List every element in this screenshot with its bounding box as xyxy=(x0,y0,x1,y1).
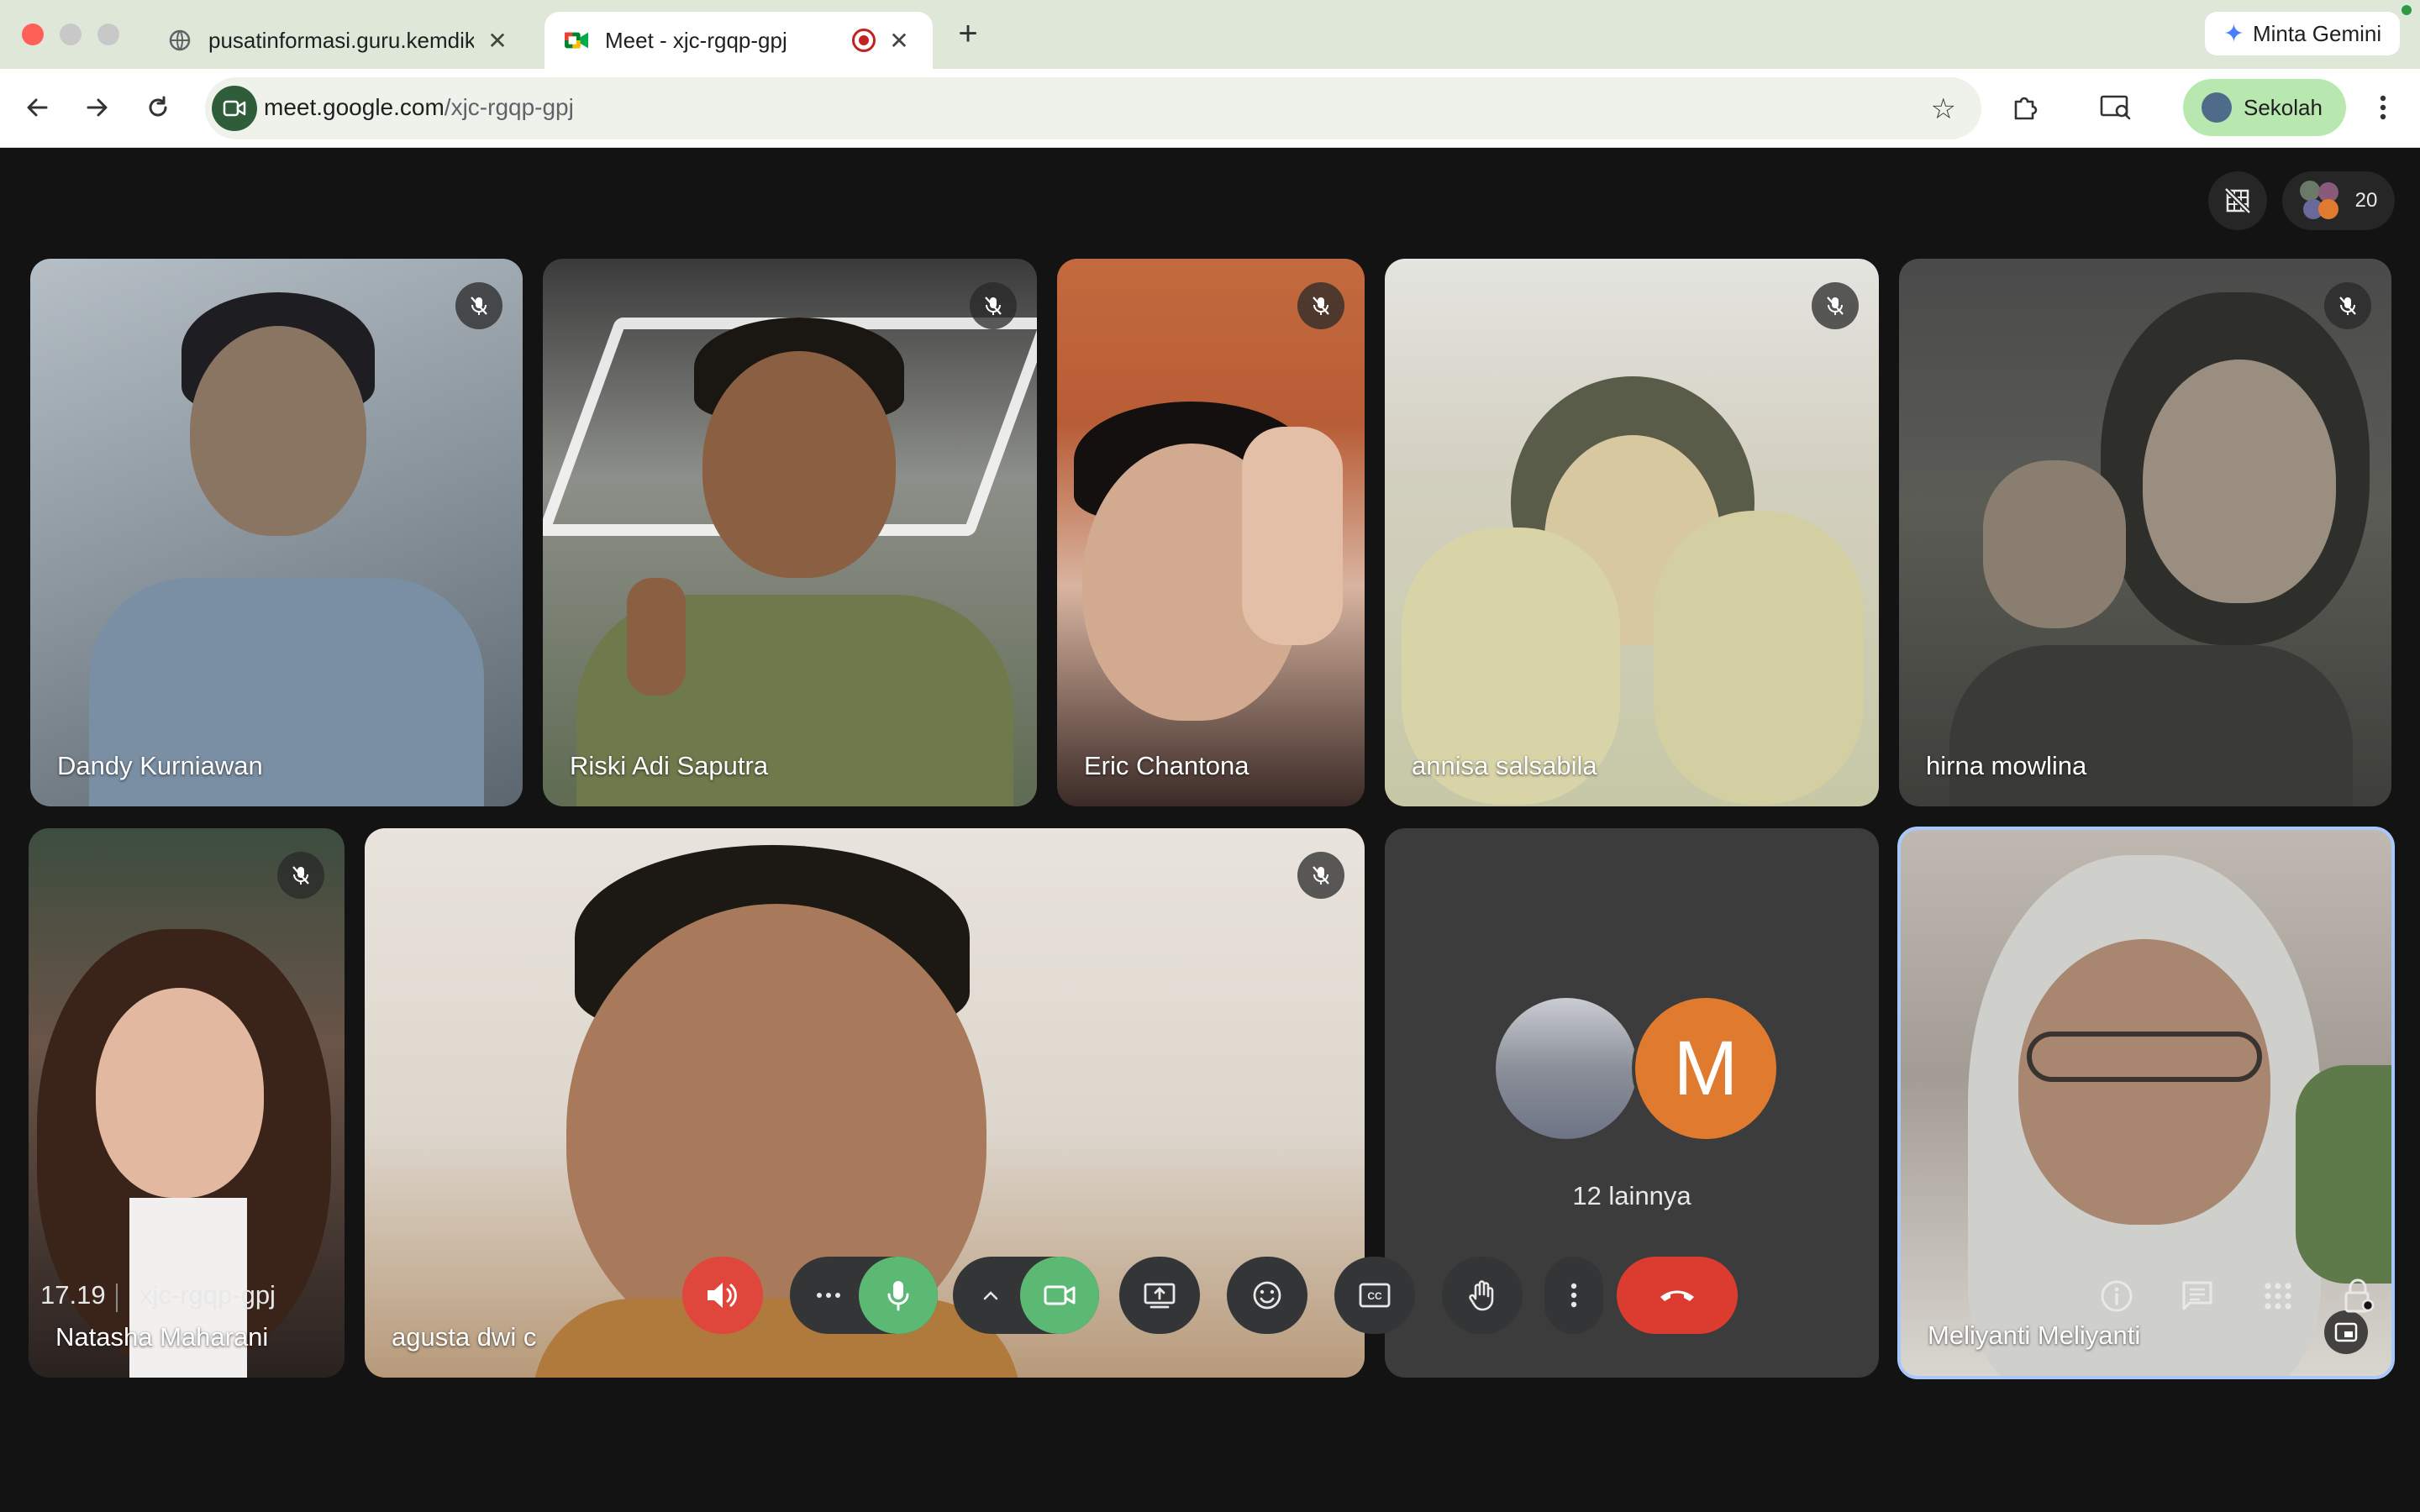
more-horizontal-icon xyxy=(817,1293,840,1298)
url-path: /xjc-rgqp-gpj xyxy=(444,94,574,120)
mic-off-icon xyxy=(1297,852,1344,899)
participant-name: Dandy Kurniawan xyxy=(57,751,263,780)
update-indicator xyxy=(2402,5,2412,15)
forward-arrow-icon[interactable] xyxy=(77,87,118,128)
tab-meet[interactable]: Meet - xjc-rgqp-gpj ✕ xyxy=(544,12,933,69)
microphone-icon xyxy=(887,1281,909,1311)
info-icon xyxy=(2101,1280,2133,1312)
participant-tile[interactable]: Eric Chantona xyxy=(1057,259,1365,806)
recording-icon xyxy=(852,29,876,52)
gemini-label: Minta Gemini xyxy=(2252,20,2382,46)
tab-title: Meet - xjc-rgqp-gpj xyxy=(605,27,787,53)
leave-call-button[interactable] xyxy=(1617,1257,1738,1334)
close-window-button[interactable] xyxy=(22,24,44,45)
participant-avatar xyxy=(1492,995,1640,1142)
participant-name: hirna mowlina xyxy=(1926,751,2087,780)
gemini-sparkle-icon: ✦ xyxy=(2223,19,2244,48)
participant-avatars xyxy=(2299,181,2340,221)
extensions-puzzle-icon[interactable] xyxy=(2005,87,2045,128)
closed-captions-icon: CC xyxy=(1359,1283,1391,1308)
tab-title: pusatinformasi.guru.kemdikbud xyxy=(208,27,474,53)
back-arrow-icon[interactable] xyxy=(17,87,57,128)
microphone-button[interactable] xyxy=(859,1257,938,1334)
participant-tile[interactable]: annisa salsabila xyxy=(1385,259,1879,806)
participant-name: Eric Chantona xyxy=(1084,751,1249,780)
meeting-code: xjc-rgqp-gpj xyxy=(139,1280,276,1310)
kebab-menu-icon[interactable] xyxy=(2363,87,2403,128)
layout-toggle-button[interactable] xyxy=(2208,171,2267,230)
tab-pusatinformasi[interactable]: pusatinformasi.guru.kemdikbud ✕ xyxy=(148,12,531,69)
profile-label: Sekolah xyxy=(2244,94,2323,120)
speaker-icon xyxy=(708,1283,737,1308)
chat-button[interactable] xyxy=(2168,1267,2227,1326)
participant-tile[interactable]: hirna mowlina xyxy=(1899,259,2391,806)
participants-button[interactable]: 20 xyxy=(2282,171,2395,230)
hand-icon xyxy=(1469,1280,1494,1311)
mic-off-icon xyxy=(455,282,502,329)
svg-text:CC: CC xyxy=(1367,1290,1382,1302)
reload-icon[interactable] xyxy=(138,87,178,128)
others-count-label: 12 lainnya xyxy=(1572,1181,1691,1210)
minimize-window-button[interactable] xyxy=(60,24,82,45)
speaker-button[interactable] xyxy=(682,1257,763,1334)
reactions-button[interactable] xyxy=(1227,1257,1307,1334)
info-button[interactable] xyxy=(2087,1267,2146,1326)
browser-toolbar: meet.google.com/xjc-rgqp-gpj ☆ Sekolah xyxy=(0,69,2420,148)
address-bar[interactable]: meet.google.com/xjc-rgqp-gpj ☆ xyxy=(205,77,1981,139)
chat-icon xyxy=(2182,1281,2212,1310)
mic-off-icon xyxy=(1812,282,1859,329)
bookmark-star-icon[interactable]: ☆ xyxy=(1931,92,1956,126)
more-vert-icon xyxy=(1570,1283,1577,1308)
apps-grid-icon xyxy=(2265,1283,2291,1310)
self-tile[interactable]: Meliyanti Meliyanti xyxy=(1897,827,2395,1379)
raise-hand-button[interactable] xyxy=(1442,1257,1523,1334)
url-host: meet.google.com xyxy=(264,94,445,120)
present-icon xyxy=(1144,1283,1176,1309)
meet-stage: 20 Dandy Kurniawan Riski Adi Saputra Eri… xyxy=(0,148,2420,1512)
mic-off-icon xyxy=(277,852,324,899)
cast-search-icon[interactable] xyxy=(2096,87,2136,128)
url-text[interactable]: meet.google.com/xjc-rgqp-gpj xyxy=(264,94,574,121)
divider xyxy=(116,1284,118,1312)
globe-icon xyxy=(168,29,192,52)
participant-avatar-letter: M xyxy=(1632,995,1780,1142)
mic-off-icon xyxy=(970,282,1017,329)
participant-tile[interactable]: Riski Adi Saputra xyxy=(543,259,1037,806)
audio-options-button[interactable] xyxy=(790,1257,867,1334)
meet-logo-icon xyxy=(565,29,588,52)
videocam-icon xyxy=(1044,1285,1076,1305)
camera-button[interactable] xyxy=(1020,1257,1099,1334)
close-tab-icon[interactable]: ✕ xyxy=(886,27,913,55)
mic-off-icon xyxy=(1297,282,1344,329)
participant-count: 20 xyxy=(2354,189,2378,212)
host-controls-button[interactable] xyxy=(2329,1267,2388,1326)
new-tab-button[interactable]: + xyxy=(951,17,985,50)
maximize-window-button[interactable] xyxy=(97,24,119,45)
chevron-up-icon xyxy=(983,1291,998,1300)
present-screen-button[interactable] xyxy=(1119,1257,1200,1334)
more-options-button[interactable] xyxy=(1544,1257,1603,1334)
participant-name: annisa salsabila xyxy=(1412,751,1597,780)
grid-off-icon xyxy=(2223,186,2252,215)
gemini-button[interactable]: ✦ Minta Gemini xyxy=(2205,12,2400,55)
lock-person-icon xyxy=(2344,1278,2375,1313)
captions-button[interactable]: CC xyxy=(1334,1257,1415,1334)
browser-tab-bar: pusatinformasi.guru.kemdikbud ✕ Meet - x… xyxy=(0,0,2420,69)
participant-name: Natasha Maharani xyxy=(55,1322,269,1352)
participant-tile[interactable]: Dandy Kurniawan xyxy=(30,259,523,806)
profile-avatar xyxy=(2202,92,2232,123)
activities-button[interactable] xyxy=(2249,1267,2307,1326)
profile-button[interactable]: Sekolah xyxy=(2183,79,2346,136)
meet-site-icon[interactable] xyxy=(212,86,257,131)
participant-name: Riski Adi Saputra xyxy=(570,751,769,780)
emoji-icon xyxy=(1253,1281,1281,1310)
close-tab-icon[interactable]: ✕ xyxy=(484,27,511,55)
video-options-button[interactable] xyxy=(953,1257,1028,1334)
meeting-clock: 17.19 xyxy=(40,1280,106,1310)
hang-up-icon xyxy=(1660,1290,1694,1301)
mic-off-icon xyxy=(2324,282,2371,329)
participant-name: agusta dwi c xyxy=(392,1322,537,1352)
